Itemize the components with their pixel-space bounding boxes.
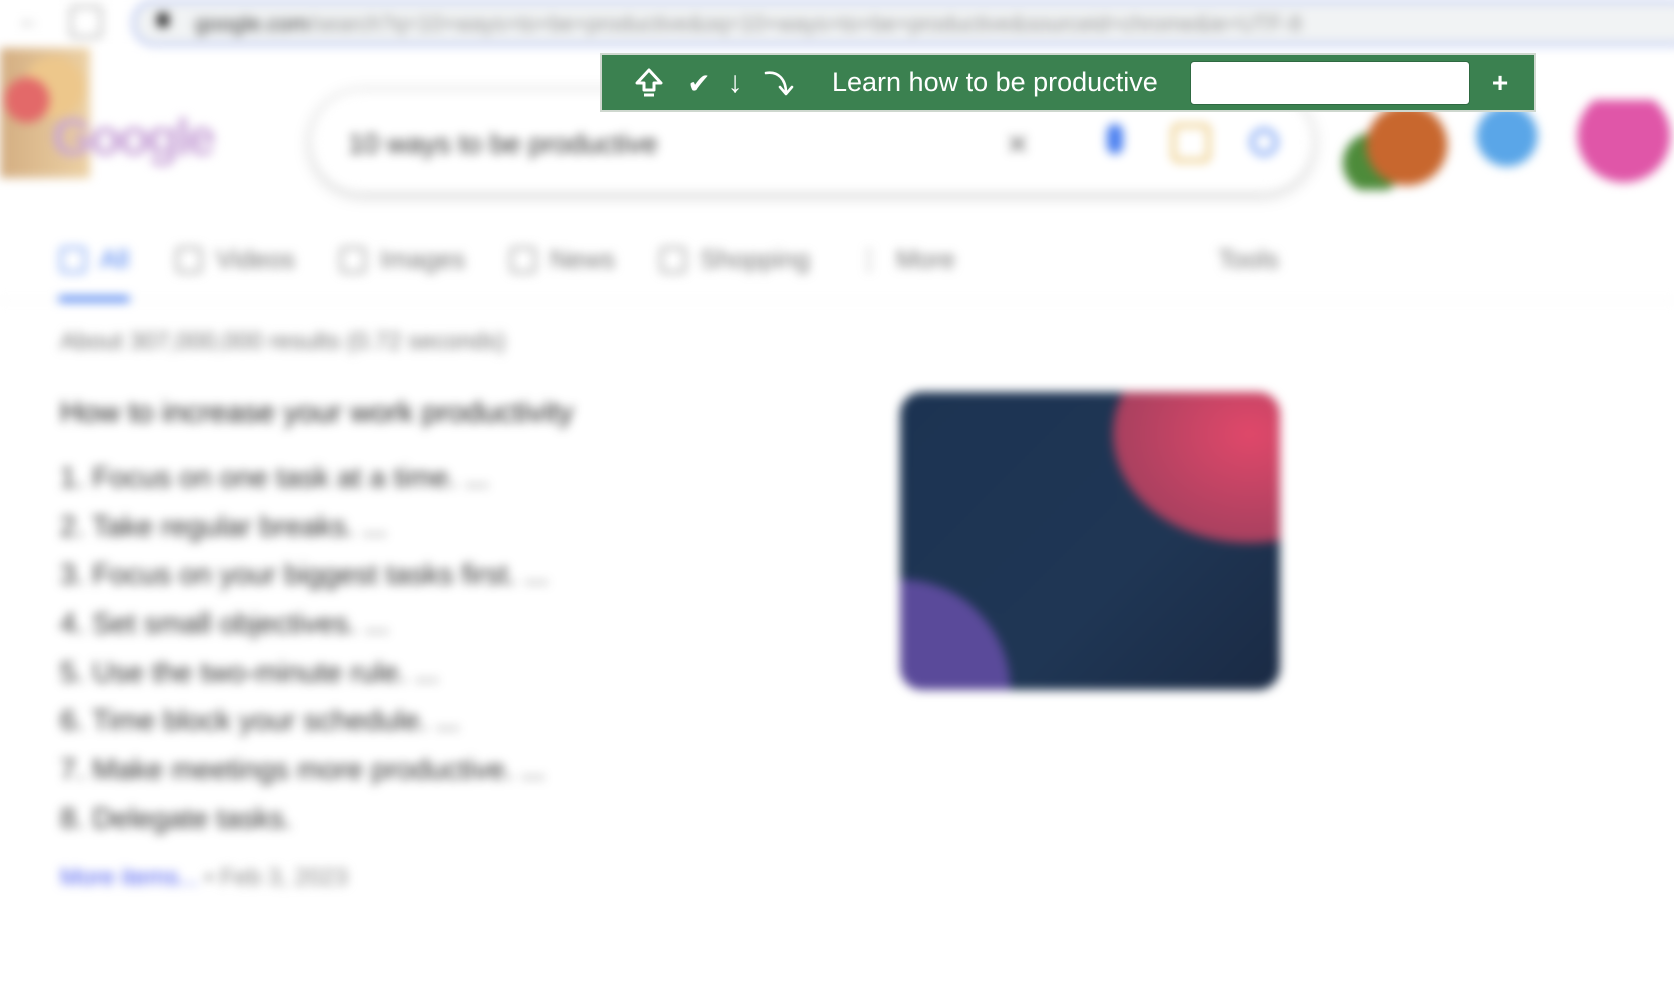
tab-news[interactable]: News [510, 244, 615, 275]
task-input[interactable] [1190, 61, 1470, 105]
more-items-link[interactable]: More items... [60, 864, 199, 891]
down-arrow-button[interactable]: ↓ [722, 63, 748, 103]
tab-icon[interactable] [70, 6, 102, 38]
lens-camera-icon[interactable] [1172, 124, 1210, 162]
tab-shopping[interactable]: Shopping [660, 244, 810, 275]
tab-more[interactable]: ⋮ More [856, 244, 955, 275]
search-input[interactable]: 10 ways to be productive [348, 128, 658, 160]
list-item: 3. Focus on your biggest tasks first. ..… [60, 559, 549, 592]
tools-button[interactable]: Tools [1218, 244, 1279, 275]
tab-label: News [550, 244, 616, 274]
list-item: 6. Time block your schedule. ... [60, 705, 460, 738]
featured-snippet-list: 1. Focus on one task at a time. ... 2. T… [60, 458, 548, 848]
back-arrow-icon[interactable]: ← [18, 8, 42, 32]
url-text: google.com/search?q=10+ways+to+be+produc… [195, 11, 1302, 37]
video-icon [176, 246, 202, 273]
microphone-icon[interactable] [1107, 124, 1123, 154]
tab-label: All [100, 244, 129, 274]
featured-snippet-title: How to increase your work productivity [60, 396, 574, 429]
lock-icon [157, 13, 169, 27]
redo-curve-icon-svg [764, 71, 794, 96]
tab-videos[interactable]: Videos [176, 244, 295, 275]
shopping-tag-icon [660, 246, 686, 273]
list-item: 7. Make meetings more productive. ... [60, 754, 546, 787]
more-dots-icon: ⋮ [856, 244, 882, 274]
search-tabs: All Videos Images News Shopping ⋮ More To… [0, 240, 1674, 302]
image-icon [340, 246, 366, 273]
list-item: 2. Take regular breaks. ... [60, 510, 387, 543]
redo-curve-icon[interactable] [760, 63, 796, 103]
doodle-right-image[interactable] [1340, 100, 1674, 190]
extension-toolbar: ✔ ↓ Learn how to be productive + [600, 53, 1536, 112]
tab-label: Shopping [700, 244, 810, 274]
url-domain: google.com [195, 11, 309, 36]
home-up-icon[interactable] [632, 63, 666, 103]
snippet-date: • Feb 3, 2023 [204, 864, 348, 891]
list-item: 5. Use the two-minute rule. ... [60, 656, 439, 689]
list-item: 1. Focus on one task at a time. ... [60, 462, 489, 494]
check-button[interactable]: ✔ [684, 63, 714, 103]
search-small-icon [60, 246, 86, 273]
tab-label: Videos [216, 244, 296, 274]
clear-search-icon[interactable]: ✕ [1006, 128, 1029, 161]
tab-all[interactable]: All [60, 244, 129, 275]
add-button[interactable]: + [1486, 63, 1514, 103]
results-stats: About 307,000,000 results (0.72 seconds) [60, 328, 506, 355]
tab-label: Images [380, 244, 466, 274]
home-up-icon-svg [635, 68, 663, 97]
goal-label: Learn how to be productive [832, 67, 1158, 97]
more-items-row: More items... • Feb 3, 2023 [60, 864, 348, 892]
search-icon[interactable] [1250, 128, 1278, 156]
url-field[interactable]: google.com/search?q=10+ways+to+be+produc… [132, 0, 1674, 46]
browser-address-bar: ← google.com/search?q=10+ways+to+be+prod… [0, 0, 1674, 46]
list-item: 8. Delegate tasks. [60, 802, 293, 835]
active-tab-indicator [58, 296, 130, 302]
url-path: /search?q=10+ways+to+be+productive&oq=10… [308, 11, 1302, 36]
snippet-thumbnail-image[interactable] [900, 392, 1280, 690]
tab-label: More [896, 244, 956, 274]
background-page: ← google.com/search?q=10+ways+to+be+prod… [0, 0, 1674, 994]
tab-images[interactable]: Images [340, 244, 465, 275]
list-item: 4. Set small objectives. ... [60, 608, 389, 641]
news-icon [510, 246, 536, 273]
google-logo[interactable]: Google [52, 108, 216, 168]
